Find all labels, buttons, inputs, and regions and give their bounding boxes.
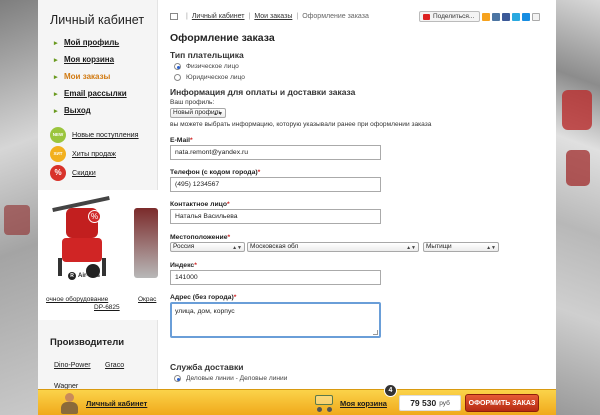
sidebar-item-cart[interactable]: ▸ Моя корзина — [54, 51, 127, 68]
discounts-link[interactable]: Скидки — [72, 168, 96, 177]
user-icon — [60, 392, 78, 414]
profile-hint: вы можете выбрать информацию, которую ук… — [170, 121, 432, 128]
region-select[interactable]: Московская обл ▲▼ — [247, 242, 419, 252]
badge-sale-row[interactable]: % Скидки — [50, 163, 139, 182]
arrow-right-icon: ▸ — [54, 107, 58, 115]
share-icon — [423, 13, 430, 20]
payer-legal-option[interactable]: Юридическое лицо — [174, 74, 245, 81]
sidebar-item-orders[interactable]: ▸ Мои заказы — [54, 68, 127, 85]
sidebar-item-email[interactable]: ▸ Email рассылки — [54, 85, 127, 102]
share-bar: Поделиться... — [419, 11, 541, 22]
email-field[interactable]: nata.remont@yandex.ru — [170, 145, 381, 160]
profile-label: Ваш профиль: — [170, 99, 215, 106]
new-arrivals-link[interactable]: Новые поступления — [72, 130, 139, 139]
phone-field[interactable]: (495) 1234567 — [170, 177, 381, 192]
profile-select[interactable]: Новый профиль ▲▼ — [170, 108, 226, 118]
page-title: Оформление заказа — [170, 32, 275, 44]
twitter-icon[interactable] — [512, 12, 521, 21]
brand-label: R Air-less — [68, 272, 100, 280]
percent-badge-icon: % — [50, 164, 66, 181]
manufacturer-link[interactable]: Graco — [105, 362, 124, 375]
sidebar-item-label[interactable]: Моя корзина — [64, 55, 114, 64]
vkontakte-icon[interactable] — [492, 12, 501, 21]
index-label: Индекс* — [170, 262, 197, 269]
select-arrows-icon: ▲▼ — [213, 111, 223, 117]
home-icon[interactable] — [170, 13, 178, 20]
promo-caption-link-2[interactable]: Окрас — [138, 296, 156, 303]
cart-count-badge: 4 — [384, 384, 397, 397]
email-label: E-Mail* — [170, 137, 193, 144]
contact-label: Контактное лицо* — [170, 201, 230, 208]
delivery-option[interactable]: Деловые линии - Деловые линии — [174, 375, 287, 382]
badge-hit-row[interactable]: ХИТ Хиты продаж — [50, 144, 139, 163]
promo-banner[interactable]: % R Air-less очное оборудование Окрас DP-… — [38, 190, 158, 320]
second-product-image[interactable] — [134, 208, 158, 278]
select-arrows-icon: ▲▼ — [406, 245, 416, 251]
cart-icon[interactable] — [313, 391, 335, 413]
phone-label: Телефон (с кодом города)* — [170, 169, 261, 176]
sidebar-item-label[interactable]: Мои заказы — [64, 72, 110, 81]
sidebar-title: Личный кабинет — [50, 13, 145, 27]
share-button[interactable]: Поделиться... — [419, 11, 481, 22]
payer-individual-option[interactable]: Физическое лицо — [174, 63, 239, 70]
payment-info-heading: Информация для оплаты и доставки заказа — [170, 87, 356, 97]
address-textarea[interactable]: улица, дом, корпус — [170, 302, 381, 338]
contact-field[interactable]: Наталья Васильева — [170, 209, 381, 224]
radio-individual[interactable] — [174, 63, 181, 70]
resize-handle-icon[interactable] — [373, 330, 378, 335]
link-icon[interactable] — [532, 12, 541, 21]
hit-badge-icon: ХИТ — [50, 145, 66, 162]
city-select[interactable]: Мытищи ▲▼ — [423, 242, 499, 252]
facebook-icon[interactable] — [502, 12, 511, 21]
radio-delivery[interactable] — [174, 375, 181, 382]
promo-model-link[interactable]: DP-6825 — [94, 304, 120, 311]
badge-links: NEW Новые поступления ХИТ Хиты продаж % … — [50, 125, 139, 182]
background-left — [0, 0, 38, 415]
location-label: Местоположение* — [170, 234, 231, 241]
manufacturers-title: Производители — [50, 337, 125, 348]
sidebar-item-logout[interactable]: ▸ Выход — [54, 102, 127, 119]
sprayer-product-image[interactable]: % — [52, 196, 122, 278]
mail-icon[interactable] — [522, 12, 531, 21]
payer-type-heading: Тип плательщика — [170, 50, 244, 60]
bestsellers-link[interactable]: Хиты продаж — [72, 149, 116, 158]
cart-link[interactable]: Моя корзина — [340, 399, 387, 408]
main-content: | Личный кабинет | Мои заказы | Оформлен… — [170, 0, 550, 415]
breadcrumb-link-orders[interactable]: Мои заказы — [254, 13, 292, 20]
country-select[interactable]: Россия ▲▼ — [170, 242, 245, 252]
arrow-right-icon: ▸ — [54, 90, 58, 98]
sidebar: Личный кабинет ▸ Мой профиль ▸ Моя корзина… — [38, 0, 158, 415]
select-arrows-icon: ▲▼ — [486, 245, 496, 251]
promo-caption-link[interactable]: очное оборудование — [46, 296, 108, 303]
address-label: Адрес (без города)* — [170, 294, 237, 301]
page-container: Личный кабинет ▸ Мой профиль ▸ Моя корзина… — [38, 0, 556, 415]
checkout-button[interactable]: ОФОРМИТЬ ЗАКАЗ — [465, 394, 539, 412]
sidebar-menu: ▸ Мой профиль ▸ Моя корзина ▸ Мои заказы ▸ E… — [54, 34, 127, 119]
select-arrows-icon: ▲▼ — [232, 245, 242, 251]
sidebar-item-label[interactable]: Мой профиль — [64, 38, 119, 47]
breadcrumb: | Личный кабинет | Мои заказы | Оформлен… — [170, 13, 369, 20]
bottom-bar: Личный кабинет Моя корзина 4 79 530 руб О… — [38, 384, 556, 415]
radio-legal[interactable] — [174, 74, 181, 81]
sidebar-item-profile[interactable]: ▸ Мой профиль — [54, 34, 127, 51]
arrow-right-icon: ▸ — [54, 56, 58, 64]
postal-index-field[interactable]: 141000 — [170, 270, 381, 285]
arrow-right-icon: ▸ — [54, 39, 58, 47]
new-badge-icon: NEW — [50, 126, 66, 143]
breadcrumb-current: Оформление заказа — [302, 13, 369, 20]
sidebar-item-label[interactable]: Email рассылки — [64, 89, 127, 98]
delivery-heading: Служба доставки — [170, 362, 244, 372]
sidebar-item-label[interactable]: Выход — [64, 106, 91, 115]
cabinet-link[interactable]: Личный кабинет — [86, 399, 147, 408]
breadcrumb-link-cabinet[interactable]: Личный кабинет — [192, 13, 245, 20]
background-right — [556, 0, 600, 415]
badge-new-row[interactable]: NEW Новые поступления — [50, 125, 139, 144]
odnoklassniki-icon[interactable] — [482, 12, 491, 21]
discount-percent-icon: % — [88, 210, 101, 223]
cart-total: 79 530 руб — [399, 395, 461, 411]
arrow-right-icon: ▸ — [54, 73, 58, 81]
manufacturer-link[interactable]: Dino-Power — [54, 362, 91, 375]
